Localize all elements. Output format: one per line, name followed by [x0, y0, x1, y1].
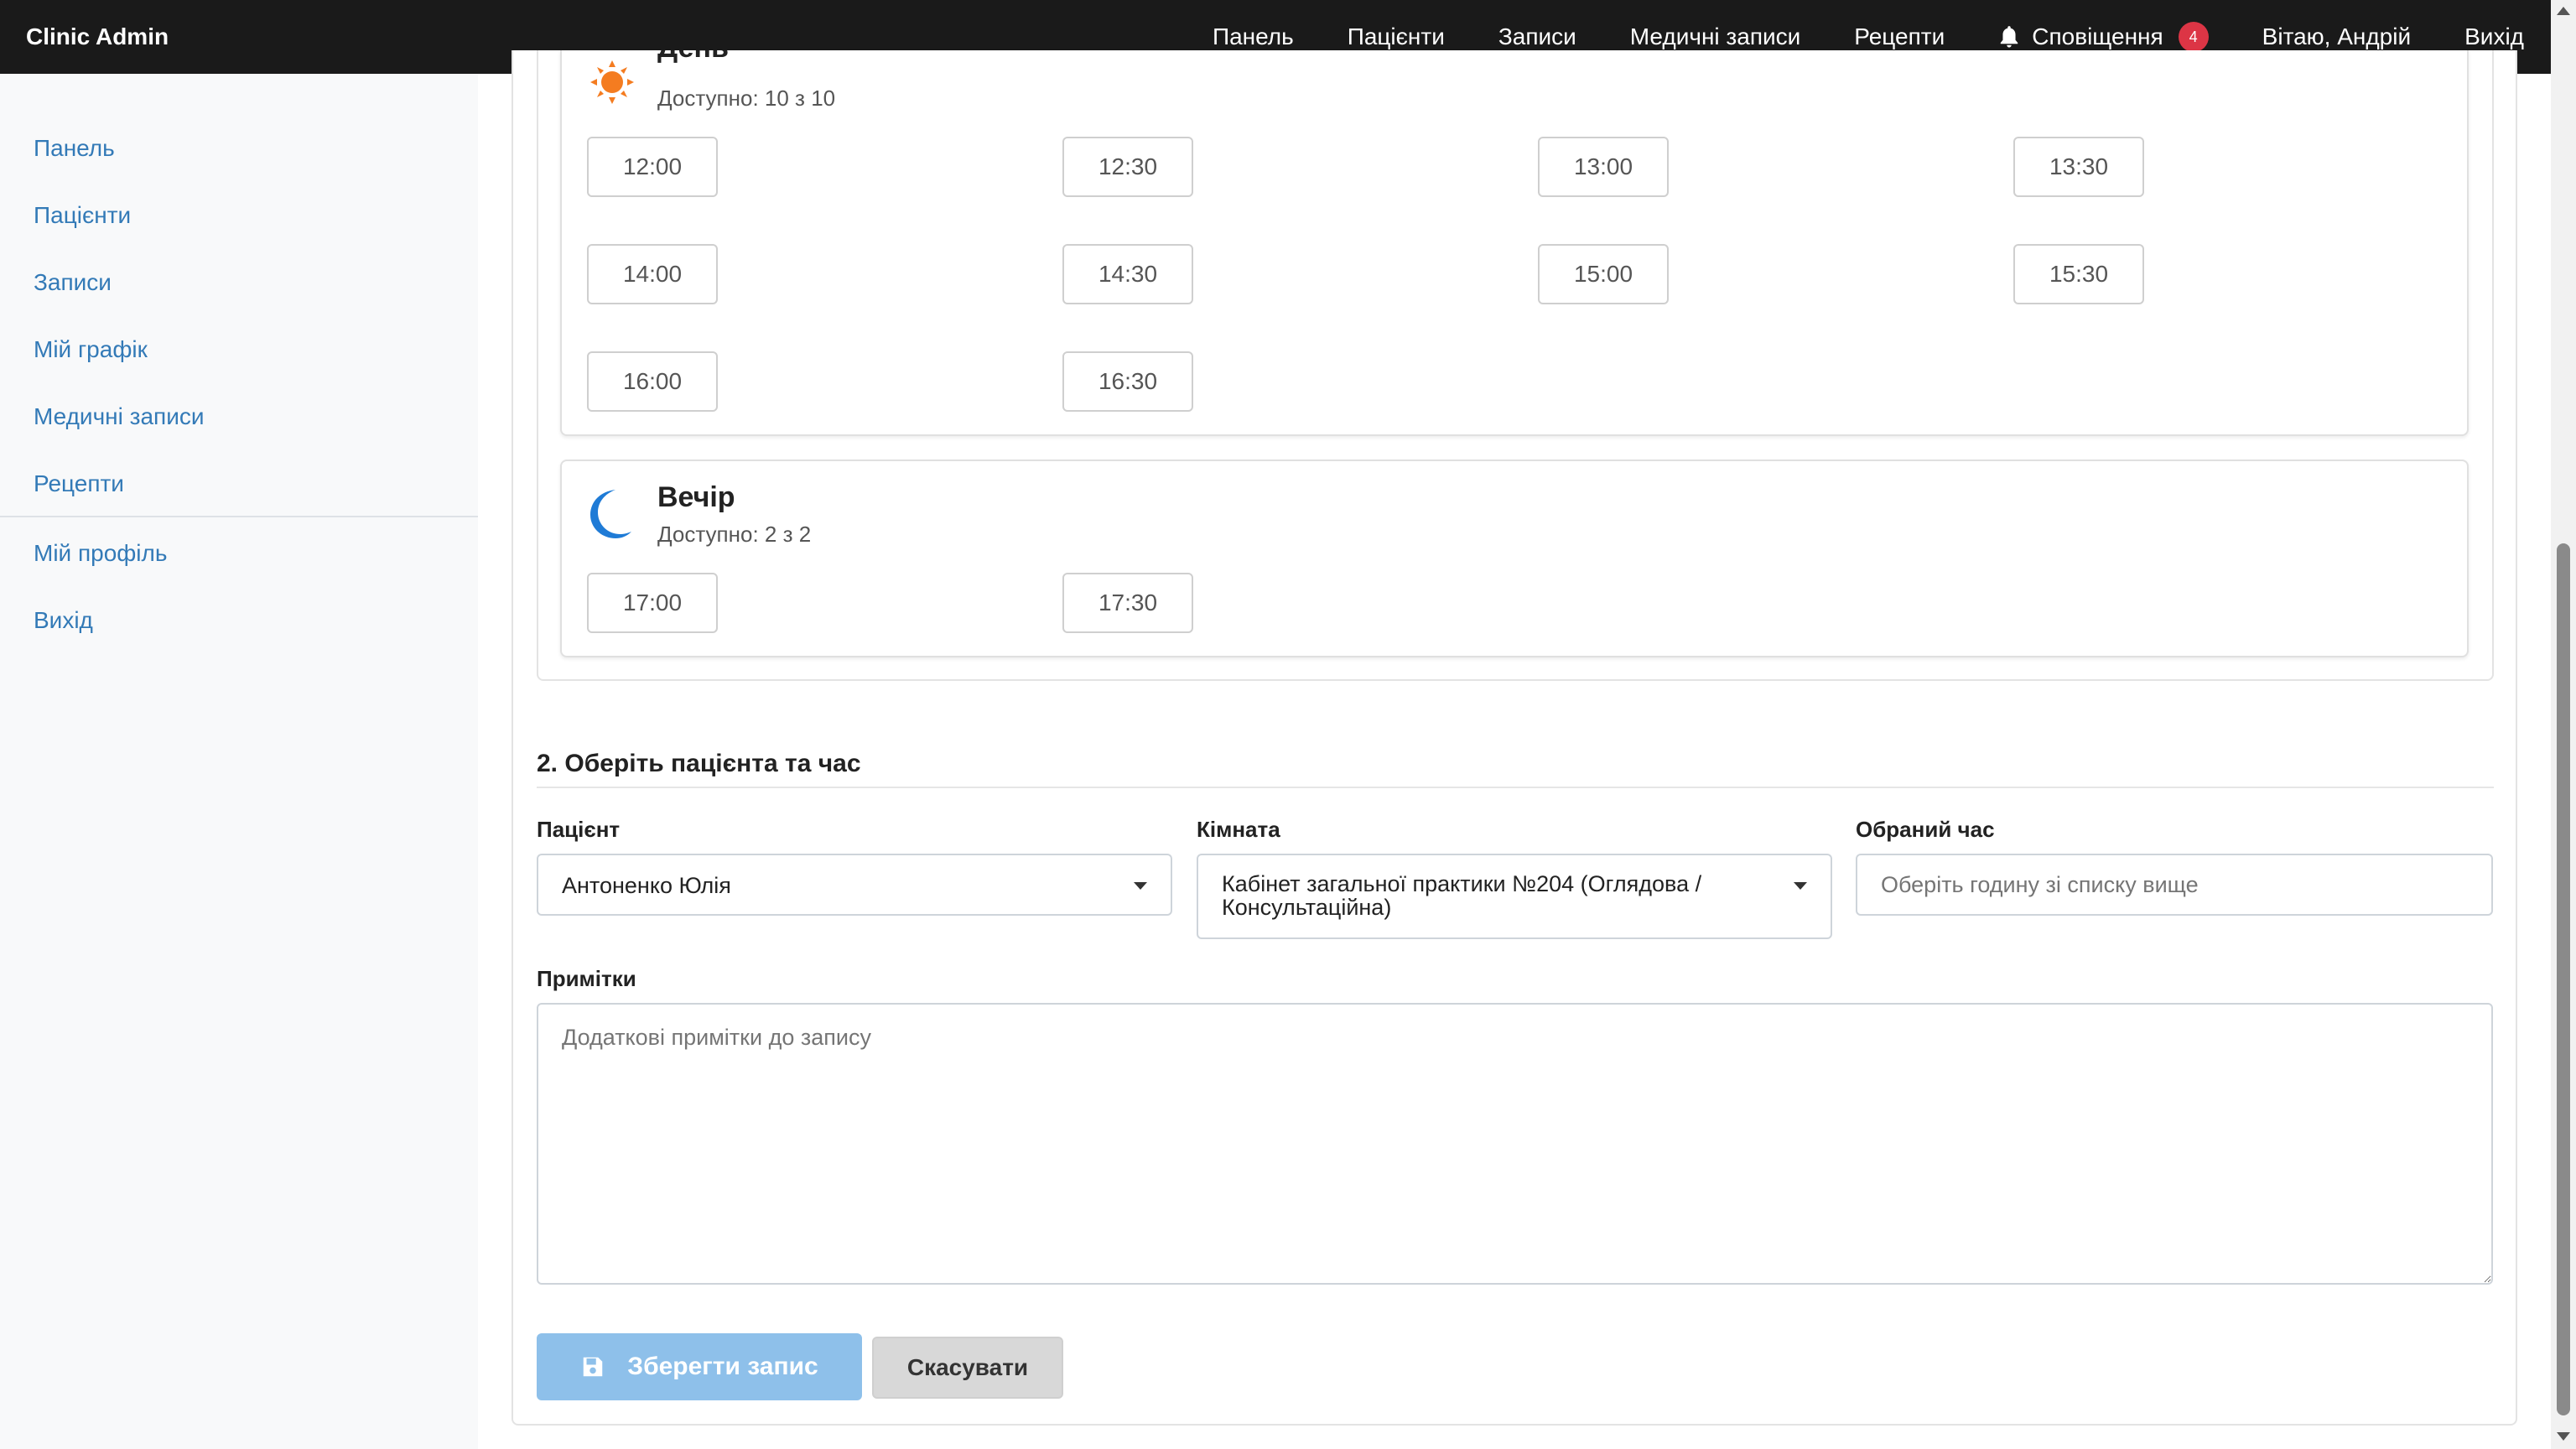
day-period-card: [560, 50, 2469, 436]
scroll-up-arrow-icon[interactable]: [2557, 7, 2570, 15]
evening-period-card: [560, 460, 2469, 657]
sidebar-item-prescriptions[interactable]: Рецепти: [34, 470, 124, 497]
page-scrollbar[interactable]: [2551, 0, 2576, 1449]
nav-link-notifications[interactable]: Сповіщення 4: [1998, 22, 2209, 52]
chevron-down-icon: [1134, 882, 1147, 890]
nav-link-logout[interactable]: Вихід: [2464, 23, 2524, 50]
nav-link-dashboard[interactable]: Панель: [1213, 23, 1294, 50]
nav-link-prescriptions[interactable]: Рецепти: [1854, 23, 1945, 50]
sidebar-item-my-schedule[interactable]: Мій графік: [34, 336, 148, 363]
time-slot-button[interactable]: 12:30: [1062, 137, 1193, 197]
notifications-label: Сповіщення: [2032, 23, 2163, 49]
sidebar-item-my-profile[interactable]: Мій профіль: [34, 540, 167, 567]
nav-link-medical-records[interactable]: Медичні записи: [1630, 23, 1800, 50]
patient-select-value: Антоненко Юлія: [562, 873, 731, 898]
sidebar-item-logout[interactable]: Вихід: [34, 607, 93, 634]
nav-link-patients[interactable]: Пацієнти: [1348, 23, 1445, 50]
save-button[interactable]: Зберегти запис: [537, 1333, 862, 1400]
sun-icon: [590, 60, 634, 104]
time-slot-button[interactable]: 16:00: [587, 351, 718, 412]
user-greeting[interactable]: Вітаю, Андрій: [2262, 23, 2411, 50]
sidebar-item-dashboard[interactable]: Панель: [34, 135, 115, 162]
day-period-availability: Доступно: 10 з 10: [657, 86, 836, 111]
notifications-count-badge: 4: [2178, 22, 2209, 52]
chevron-down-icon: [1794, 882, 1807, 890]
time-slot-button[interactable]: 14:30: [1062, 244, 1193, 304]
time-slot-button[interactable]: 12:00: [587, 137, 718, 197]
room-label: Кімната: [1197, 817, 1280, 842]
time-slot-button[interactable]: 15:00: [1538, 244, 1669, 304]
room-select[interactable]: Кабінет загальної практики №204 (Оглядов…: [1197, 854, 1832, 939]
patient-select[interactable]: Антоненко Юлія: [537, 854, 1172, 916]
selected-time-input[interactable]: [1856, 854, 2493, 916]
time-slot-button[interactable]: 17:00: [587, 573, 718, 633]
brand-logo[interactable]: Clinic Admin: [26, 0, 169, 74]
day-period-title: День: [657, 50, 729, 65]
selected-time-label: Обраний час: [1856, 817, 1995, 842]
scrollbar-thumb[interactable]: [2557, 543, 2570, 1415]
sidebar-item-medical-records[interactable]: Медичні записи: [34, 403, 204, 430]
notes-textarea[interactable]: [537, 1003, 2493, 1285]
sidebar-item-patients[interactable]: Пацієнти: [34, 202, 131, 229]
notes-label: Примітки: [537, 966, 636, 991]
room-select-value-line1: Кабінет загальної практики №204 (Оглядов…: [1222, 871, 1702, 896]
time-slot-button[interactable]: 17:30: [1062, 573, 1193, 633]
time-slot-button[interactable]: 13:30: [2013, 137, 2144, 197]
section-divider: [537, 787, 2494, 788]
save-icon: [584, 1357, 603, 1377]
bell-icon: [2001, 26, 2018, 48]
nav-link-appointments[interactable]: Записи: [1498, 23, 1576, 50]
patient-label: Пацієнт: [537, 817, 621, 842]
scroll-down-arrow-icon[interactable]: [2557, 1432, 2570, 1441]
time-slot-button[interactable]: 16:30: [1062, 351, 1193, 412]
sidebar-item-appointments[interactable]: Записи: [34, 269, 112, 296]
moon-icon: [590, 490, 631, 538]
sidebar-divider: [0, 516, 478, 517]
evening-period-title: Вечір: [657, 481, 735, 513]
time-slot-button[interactable]: 14:00: [587, 244, 718, 304]
sidebar: Панель Пацієнти Записи Мій графік Медичн…: [0, 74, 478, 1449]
time-slot-button[interactable]: 15:30: [2013, 244, 2144, 304]
evening-period-availability: Доступно: 2 з 2: [657, 522, 812, 547]
section-title: 2. Оберіть пацієнта та час: [537, 750, 861, 777]
save-button-label: Зберегти запис: [627, 1353, 818, 1380]
room-select-value-line2: Консультаційна): [1222, 895, 1392, 920]
cancel-button[interactable]: Скасувати: [872, 1337, 1063, 1399]
day-period-title-wrap: День: [657, 50, 993, 80]
time-slot-button[interactable]: 13:00: [1538, 137, 1669, 197]
